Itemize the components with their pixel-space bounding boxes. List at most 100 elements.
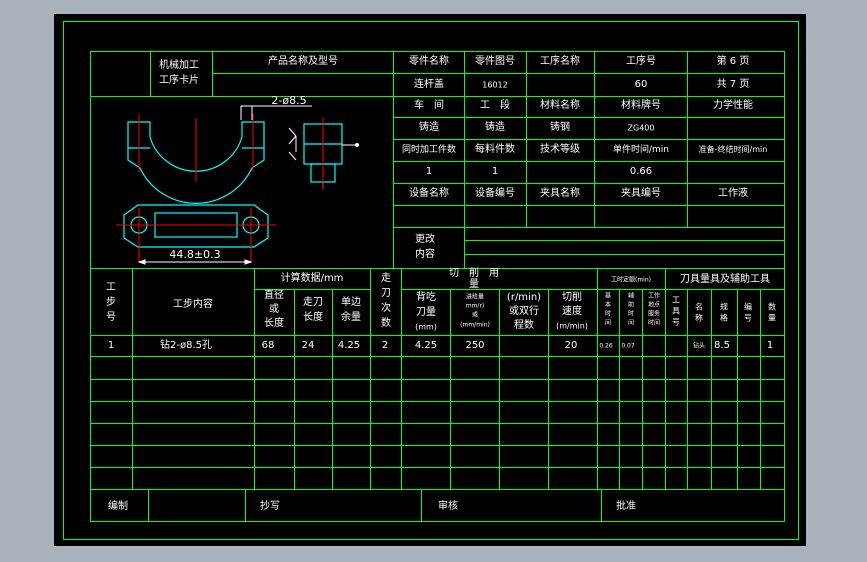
row1-step: 1 <box>107 340 115 351</box>
allowance-header-2: 余量 <box>341 312 361 323</box>
work-place-header-3: 服务 <box>647 310 661 318</box>
page-number: 第 6 页 <box>716 56 750 67</box>
feed-header-1: 进给量 <box>465 293 485 301</box>
feed-header-2: mm/r) <box>465 302 485 310</box>
step-content-header: 工步内容 <box>173 299 213 310</box>
hole-dimension: 2-ø8.5 <box>271 94 307 107</box>
part-number-value: 16012 <box>482 80 508 90</box>
equip-name-label: 设备名称 <box>409 188 449 199</box>
diameter-header-2: 或 <box>269 304 279 315</box>
row1-cut-speed: 20 <box>564 340 578 351</box>
process-no-value: 60 <box>634 79 648 90</box>
part-name-value: 连杆盖 <box>414 79 444 90</box>
prep-time-label: 准备-终结时间/min <box>698 145 768 154</box>
tool-type-header-3: 号 <box>672 317 680 327</box>
fixture-no-label: 夹具编号 <box>621 188 661 199</box>
speed-rev-header-2: 或双行 <box>509 306 539 317</box>
cut-speed-header-3: (m/min) <box>556 321 588 331</box>
row1-passes: 2 <box>381 340 389 351</box>
mechanical-label: 力学性能 <box>713 100 753 111</box>
total-pages: 共 7 页 <box>716 79 750 90</box>
row1-aux-time: 0.07 <box>621 342 635 350</box>
footer-editor: 编制 <box>108 501 128 512</box>
aux-time-header-2: 助 <box>627 301 635 309</box>
part-name-label: 零件名称 <box>409 56 449 67</box>
row1-allowance: 4.25 <box>337 340 361 351</box>
cut-speed-header-1: 切削 <box>562 292 582 303</box>
row1-basic-time: 0.26 <box>599 342 613 350</box>
step-no-header-2: 步 <box>106 297 116 308</box>
card-title-line2: 工序卡片 <box>159 75 199 86</box>
card-title-line1: 机械加工 <box>159 60 199 71</box>
tool-qty-header-2: 量 <box>768 313 776 323</box>
passes-header-1: 走 <box>381 273 391 284</box>
top-view-outline <box>123 204 269 248</box>
diameter-header-3: 长度 <box>264 318 284 329</box>
equip-no-label: 设备编号 <box>475 188 515 199</box>
cutting-header-2: 量 <box>469 279 479 290</box>
aux-time-header-1: 辅 <box>627 292 635 300</box>
unit-time-value: 0.66 <box>629 166 653 177</box>
tool-name-header-1: 名 <box>695 302 703 312</box>
basic-time-header-1: 基 <box>604 292 612 300</box>
footer-approve: 批准 <box>616 501 636 512</box>
tool-name-header-2: 称 <box>695 313 703 323</box>
coolant-label: 工作液 <box>718 188 748 199</box>
tool-code-header-1: 编 <box>744 302 752 312</box>
depth-header-3: (mm) <box>415 322 437 332</box>
time-quota-header: 工时定额(min) <box>611 276 651 284</box>
speed-rev-header-1: (r/min) <box>506 292 542 303</box>
tool-qty-header-1: 数 <box>768 302 776 312</box>
change-label-2: 内容 <box>415 249 435 260</box>
unit-time-label: 单件时间/min <box>612 145 670 155</box>
row1-diameter: 68 <box>261 340 275 351</box>
feed-length-header-2: 长度 <box>303 312 323 323</box>
row1-feed-length: 24 <box>301 340 315 351</box>
passes-header-2: 刀 <box>381 288 391 299</box>
calc-data-header: 计算数据/mm <box>280 273 344 284</box>
row1-depth: 4.25 <box>414 340 438 351</box>
tool-code-header-2: 号 <box>744 313 752 323</box>
tool-spec-header-1: 规 <box>720 302 728 312</box>
work-place-header-4: 时间 <box>647 319 661 327</box>
step-no-header: 工 <box>106 282 116 293</box>
footer-copy: 抄写 <box>260 501 280 512</box>
material-grade-value: ZG400 <box>627 123 655 133</box>
cut-speed-header-2: 速度 <box>562 306 582 317</box>
depth-header-1: 背吃 <box>416 292 436 303</box>
part-number-label: 零件图号 <box>475 56 515 67</box>
row1-feed: 250 <box>465 340 485 351</box>
fixture-name-label: 夹具名称 <box>540 188 580 199</box>
basic-time-header-2: 本 <box>604 301 612 309</box>
section-value: 铸造 <box>485 122 505 133</box>
row1-tool-spec: 8.5 <box>714 340 730 351</box>
row1-tool-qty: 1 <box>766 340 774 351</box>
tech-level-label: 技术等级 <box>540 144 580 155</box>
product-name-label: 产品名称及型号 <box>268 56 338 67</box>
basic-time-header-3: 时 <box>604 310 612 318</box>
work-place-header-1: 工作 <box>647 292 661 300</box>
workshop-value: 铸造 <box>419 122 439 133</box>
aux-time-header-3: 时 <box>627 310 635 318</box>
row1-tool-name: 钻头 <box>692 342 706 350</box>
blank-parts-value: 1 <box>491 166 499 177</box>
passes-header-3: 次 <box>381 303 391 314</box>
step-no-header-3: 号 <box>106 312 116 323</box>
change-label-1: 更改 <box>415 234 435 245</box>
feed-header-3: 或 <box>471 311 479 319</box>
simul-parts-label: 同时加工件数 <box>401 145 457 155</box>
feed-length-header-1: 走刀 <box>303 297 323 308</box>
process-no-label: 工序号 <box>626 56 656 67</box>
feed-header-4: (mm/min) <box>460 321 490 329</box>
work-place-header-2: 地点 <box>647 301 661 309</box>
depth-header-2: 刀量 <box>416 307 436 318</box>
allowance-header-1: 单边 <box>341 297 361 308</box>
aux-time-header-4: 间 <box>627 319 635 327</box>
material-grade-label: 材料牌号 <box>621 100 661 111</box>
basic-time-header-4: 间 <box>604 319 612 327</box>
material-name-value: 铸钢 <box>550 122 570 133</box>
material-name-label: 材料名称 <box>540 100 580 111</box>
process-name-label: 工序名称 <box>540 56 580 67</box>
center-dimension: 44.8±0.3 <box>169 248 221 261</box>
footer-check: 审核 <box>438 501 458 512</box>
